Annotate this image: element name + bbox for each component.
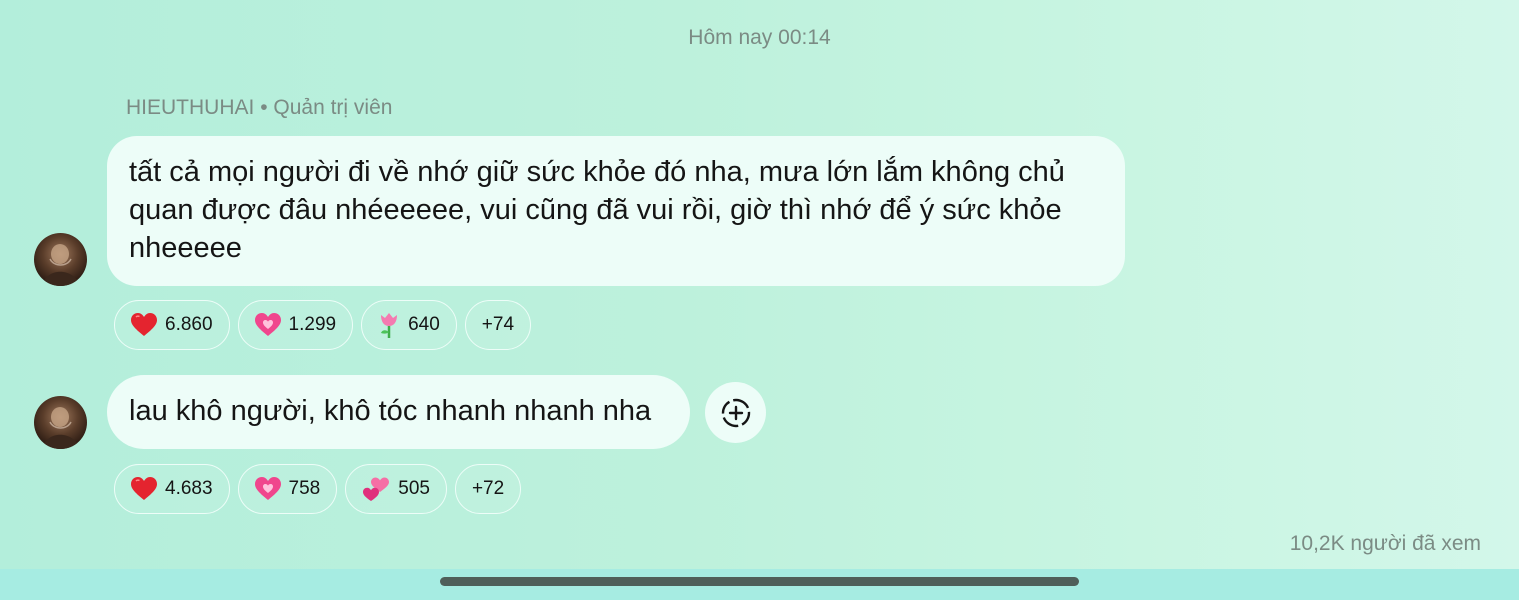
reaction-chip[interactable]: 1.299: [237, 300, 354, 350]
more-reactions-count: +74: [481, 314, 515, 335]
pink-heart-icon: [254, 313, 281, 337]
reaction-bar: 4.683 758 505 +72: [114, 464, 522, 514]
timestamp: Hôm nay 00:14: [688, 26, 831, 49]
pink-heart-icon: [254, 477, 281, 501]
home-indicator[interactable]: [440, 577, 1079, 586]
add-reaction-icon: [721, 398, 750, 427]
reaction-count: 505: [398, 478, 430, 499]
reaction-count: 640: [408, 314, 440, 335]
reaction-chip[interactable]: 4.683: [114, 464, 230, 514]
tulip-icon: [378, 312, 400, 338]
sender-line: HIEUTHUHAI • Quản trị viên: [126, 96, 392, 120]
message-bubble[interactable]: tất cả mọi người đi về nhớ giữ sức khỏe …: [107, 136, 1125, 286]
reaction-count: 1.299: [288, 314, 337, 335]
sender-separator: •: [260, 96, 268, 119]
more-reactions-count: +72: [471, 478, 505, 499]
message-bubble[interactable]: lau khô người, khô tóc nhanh nhanh nha: [107, 375, 690, 449]
red-heart-icon: [131, 313, 157, 337]
two-hearts-icon: [362, 476, 390, 502]
avatar[interactable]: [34, 396, 87, 449]
reaction-count: 758: [288, 478, 321, 499]
reaction-count: 6.860: [165, 314, 213, 335]
reaction-chip[interactable]: 6.860: [114, 300, 230, 350]
more-reactions-button[interactable]: +72: [454, 464, 522, 514]
add-reaction-button[interactable]: [705, 382, 766, 443]
reaction-chip[interactable]: 758: [237, 464, 338, 514]
avatar[interactable]: [34, 233, 87, 286]
more-reactions-button[interactable]: +74: [464, 300, 532, 350]
reaction-chip[interactable]: 640: [361, 300, 457, 350]
view-count: 10,2K người đã xem: [1289, 532, 1481, 555]
reaction-chip[interactable]: 505: [345, 464, 447, 514]
reaction-bar: 6.860 1.299 640 +74: [114, 300, 532, 350]
red-heart-icon: [131, 477, 157, 501]
sender-role: Quản trị viên: [273, 96, 393, 119]
reaction-count: 4.683: [165, 478, 213, 499]
sender-name[interactable]: HIEUTHUHAI: [126, 96, 254, 119]
